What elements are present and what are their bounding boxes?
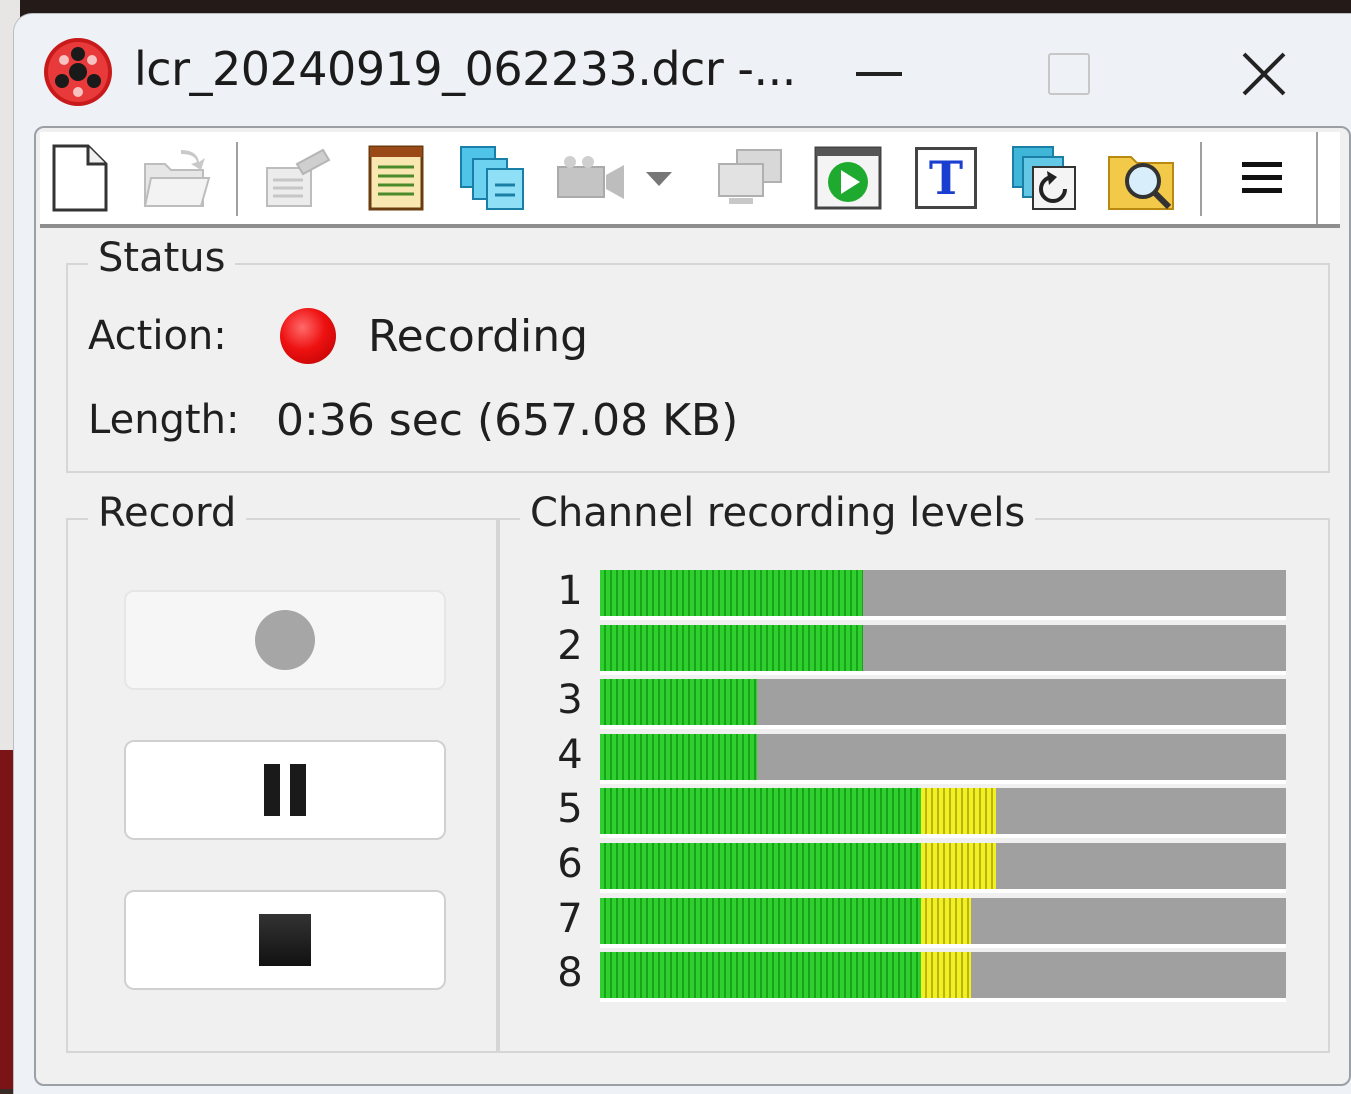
record-button[interactable] — [124, 590, 446, 690]
record-icon — [255, 610, 315, 670]
level-fill-yellow — [921, 843, 996, 889]
channel-level-meter — [600, 897, 1286, 948]
text-button[interactable]: T — [910, 142, 982, 214]
network-icon — [718, 149, 782, 204]
channel-number: 5 — [557, 786, 583, 833]
menu-icon — [1242, 162, 1282, 193]
minimize-icon — [856, 72, 902, 76]
properties-button[interactable] — [262, 142, 334, 214]
toolbar-edge — [1316, 132, 1318, 224]
video-camera-icon — [557, 156, 624, 199]
video-camera-button[interactable] — [554, 142, 674, 214]
notes-icon — [368, 145, 424, 211]
notes-button[interactable] — [360, 142, 432, 214]
toolbar: T — [40, 132, 1340, 228]
channel-level-meter — [600, 570, 1286, 620]
channel-level-meter — [600, 952, 1286, 1003]
level-fill-green — [600, 952, 921, 999]
level-fill-yellow — [921, 788, 996, 835]
channel-level-meter — [600, 679, 1286, 730]
record-group-title: Record — [88, 490, 247, 536]
recorder-app-icon — [42, 36, 114, 108]
channel-level-meter — [600, 733, 1286, 784]
chevron-down-icon — [646, 172, 672, 186]
close-icon — [1242, 52, 1286, 96]
pause-icon — [264, 764, 306, 816]
close-button[interactable] — [1214, 34, 1314, 114]
channel-number: 4 — [557, 731, 583, 778]
channel-levels-title: Channel recording levels — [520, 490, 1036, 536]
search-folder-button[interactable] — [1106, 142, 1178, 214]
revert-icon — [1012, 146, 1076, 210]
level-fill-yellow — [921, 897, 971, 944]
menu-button[interactable] — [1226, 142, 1298, 214]
length-value: 0:36 sec (657.08 KB) — [276, 395, 739, 446]
toolbar-separator — [1200, 142, 1202, 216]
channel-number: 8 — [557, 950, 583, 997]
level-fill-yellow — [921, 952, 971, 999]
stop-icon — [259, 914, 311, 966]
recorder-window: lcr_20240919_062233.dcr -... T Status Ac… — [14, 14, 1351, 1094]
record-group: Record — [66, 490, 498, 1053]
channel-number: 3 — [557, 677, 583, 724]
properties-icon — [266, 148, 331, 207]
length-label: Length: — [88, 397, 240, 443]
text-icon: T — [915, 147, 977, 209]
pause-button[interactable] — [124, 740, 446, 840]
revert-button[interactable] — [1008, 142, 1080, 214]
search-folder-icon — [1108, 156, 1174, 210]
window-title: lcr_20240919_062233.dcr -... — [134, 42, 796, 96]
level-fill-green — [600, 679, 757, 726]
channel-level-meter — [600, 624, 1286, 675]
play-icon — [814, 146, 882, 210]
stop-button[interactable] — [124, 890, 446, 990]
network-button[interactable] — [714, 142, 786, 214]
title-bar[interactable]: lcr_20240919_062233.dcr -... — [14, 14, 1351, 129]
new-file-icon — [52, 144, 108, 212]
open-folder-icon — [143, 150, 211, 207]
status-group: Status Action: Recording Length: 0:36 se… — [66, 235, 1330, 473]
channel-level-meter — [600, 788, 1286, 839]
open-folder-button[interactable] — [140, 142, 212, 214]
level-fill-green — [600, 570, 863, 616]
main-panel: T Status Action: Recording Length: 0:36 … — [34, 126, 1351, 1086]
action-value: Recording — [368, 311, 589, 362]
maximize-button[interactable] — [1019, 34, 1119, 114]
status-group-title: Status — [88, 235, 236, 281]
channel-number: 6 — [557, 841, 583, 887]
level-fill-green — [600, 788, 921, 835]
level-fill-green — [600, 624, 863, 671]
toolbar-separator — [236, 142, 238, 216]
text-icon-glyph: T — [928, 151, 964, 205]
channel-number: 1 — [557, 568, 583, 614]
copy-files-icon — [460, 146, 524, 210]
level-fill-green — [600, 897, 921, 944]
level-fill-green — [600, 843, 921, 889]
action-label: Action: — [88, 313, 227, 359]
channel-number: 2 — [557, 622, 583, 669]
minimize-button[interactable] — [829, 34, 929, 114]
play-button[interactable] — [812, 142, 884, 214]
new-file-button[interactable] — [44, 142, 116, 214]
channel-level-meter — [600, 843, 1286, 893]
channel-levels-group: Channel recording levels 1 2 3 4 5 6 7 8 — [498, 490, 1330, 1053]
copy-files-button[interactable] — [456, 142, 528, 214]
level-fill-green — [600, 733, 757, 780]
channel-number: 7 — [557, 895, 583, 942]
recording-indicator-icon — [280, 308, 336, 364]
maximize-icon — [1048, 53, 1090, 95]
